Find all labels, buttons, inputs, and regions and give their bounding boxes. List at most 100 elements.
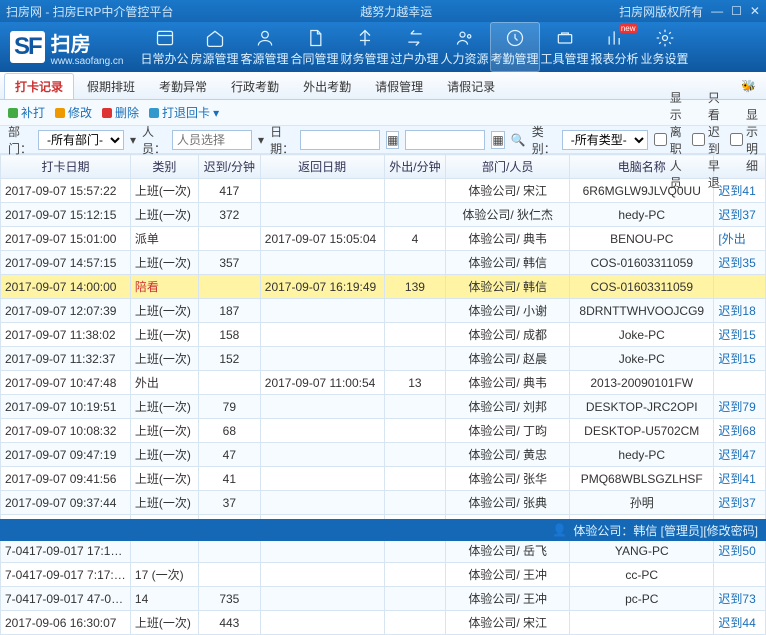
cell: 迟到47 <box>714 443 766 467</box>
cell: YANG-PC <box>570 539 714 563</box>
table-row[interactable]: 2017-09-07 10:08:32上班(一次)68体验公司/ 丁昀DESKT… <box>1 419 766 443</box>
cell: 体验公司/ 韩信 <box>446 251 570 275</box>
date-to-input[interactable] <box>405 130 485 150</box>
table-row[interactable]: 2017-09-07 14:00:00陪看2017-09-07 16:19:49… <box>1 275 766 299</box>
min-icon[interactable]: — <box>711 4 723 18</box>
nav-transfer[interactable]: 过户办理 <box>390 22 440 72</box>
cell: 2017-09-07 11:38:02 <box>1 323 131 347</box>
close-icon[interactable]: ✕ <box>750 4 760 18</box>
cell: 2017-09-07 09:47:19 <box>1 443 131 467</box>
person-dropdown-icon[interactable]: ▾ <box>258 133 264 147</box>
cell <box>260 299 384 323</box>
table-row[interactable]: 2017-09-07 10:47:48外出2017-09-07 11:00:54… <box>1 371 766 395</box>
dept-select[interactable]: -所有部门- <box>38 130 124 150</box>
nav-label: 房源管理 <box>190 50 238 67</box>
table-body: 2017-09-07 15:57:22上班(一次)417体验公司/ 宋江6R6M… <box>1 179 766 635</box>
cell: 7-0417-09-017 17:17:18 <box>1 539 131 563</box>
table-row[interactable]: 2017-09-07 14:57:15上班(一次)357体验公司/ 韩信COS-… <box>1 251 766 275</box>
nav-settings[interactable]: 业务设置 <box>640 22 690 72</box>
tab-行政考勤[interactable]: 行政考勤 <box>220 73 290 99</box>
return-card-button[interactable]: 打退回卡 ▾ <box>149 104 219 121</box>
nav-daily[interactable]: 日常办公 <box>140 22 190 72</box>
cell: Joke-PC <box>570 323 714 347</box>
cell: 体验公司/ 刘邦 <box>446 395 570 419</box>
tab-请假管理[interactable]: 请假管理 <box>364 73 434 99</box>
delete-button[interactable]: 删除 <box>102 104 139 121</box>
cell: 迟到41 <box>714 467 766 491</box>
table-row[interactable]: 2017-09-07 11:32:37上班(一次)152体验公司/ 赵晨Joke… <box>1 347 766 371</box>
cell: BENOU-PC <box>570 227 714 251</box>
add-button[interactable]: 补打 <box>8 104 45 121</box>
toolbar: 补打 修改 删除 打退回卡 ▾ <box>0 100 766 126</box>
cell: 体验公司/ 赵晨 <box>446 347 570 371</box>
cell <box>260 323 384 347</box>
cell: COS-01603311059 <box>570 251 714 275</box>
show-detail-checkbox[interactable]: 显示明细 <box>730 106 758 174</box>
tab-打卡记录[interactable]: 打卡记录 <box>4 73 74 99</box>
cell: 体验公司/ 丁昀 <box>446 419 570 443</box>
table-row[interactable]: 2017-09-07 15:57:22上班(一次)417体验公司/ 宋江6R6M… <box>1 179 766 203</box>
person-label: 人员： <box>142 123 166 157</box>
type-select[interactable]: -所有类型- <box>562 130 648 150</box>
table-row[interactable]: 2017-09-07 15:12:15上班(一次)372体验公司/ 狄仁杰hed… <box>1 203 766 227</box>
cell: 上班(一次) <box>130 179 198 203</box>
table-row[interactable]: 2017-09-07 09:37:44上班(一次)37体验公司/ 张典孙明迟到3… <box>1 491 766 515</box>
date-from-input[interactable] <box>300 130 380 150</box>
col-header[interactable]: 返回日期 <box>260 155 384 179</box>
nav-house[interactable]: 房源管理 <box>190 22 240 72</box>
calendar-from-icon[interactable]: ▦ <box>386 131 399 149</box>
search-icon[interactable]: 🔍 <box>511 133 526 147</box>
dept-tree-icon[interactable]: ▾ <box>130 133 136 147</box>
tools-icon <box>555 28 575 48</box>
logo-mark: SF <box>10 31 45 63</box>
cell: 上班(一次) <box>130 611 198 635</box>
nav-attendance[interactable]: 考勤管理 <box>490 22 540 72</box>
table-row[interactable]: 2017-09-07 12:07:39上班(一次)187体验公司/ 小谢8DRN… <box>1 299 766 323</box>
table-row[interactable]: 2017-09-07 11:38:02上班(一次)158体验公司/ 成都Joke… <box>1 323 766 347</box>
cell: 体验公司/ 典韦 <box>446 371 570 395</box>
col-header[interactable]: 打卡日期 <box>1 155 131 179</box>
cell: 上班(一次) <box>130 251 198 275</box>
col-header[interactable]: 部门/人员 <box>446 155 570 179</box>
col-header[interactable]: 类别 <box>130 155 198 179</box>
nav-report[interactable]: 报表分析new <box>590 22 640 72</box>
nav-hr[interactable]: 人力资源 <box>440 22 490 72</box>
nav-contract[interactable]: 合同管理 <box>290 22 340 72</box>
table-row[interactable]: 2017-09-07 15:01:00派单2017-09-07 15:05:04… <box>1 227 766 251</box>
cell: 357 <box>198 251 260 275</box>
tab-假期排班[interactable]: 假期排班 <box>76 73 146 99</box>
table-row[interactable]: 7-0417-09-017 47-09-06 114735体验公司/ 王冲pc-… <box>1 587 766 611</box>
show-leavers-checkbox[interactable]: 显示离职人员 <box>654 89 686 191</box>
status-text[interactable]: 体验公司：韩信 [管理员][修改密码] <box>573 522 758 539</box>
max-icon[interactable]: ☐ <box>731 4 742 18</box>
table-row[interactable]: 2017-09-07 09:47:19上班(一次)47体验公司/ 黄忠hedy-… <box>1 443 766 467</box>
table-row[interactable]: 2017-09-07 09:41:56上班(一次)41体验公司/ 张华PMQ68… <box>1 467 766 491</box>
cell: 13 <box>384 371 446 395</box>
table-row[interactable]: 7-0417-09-017 7:17:3717 (一次)体验公司/ 王冲cc-P… <box>1 563 766 587</box>
date-label: 日期： <box>270 123 294 157</box>
tab-外出考勤[interactable]: 外出考勤 <box>292 73 362 99</box>
nav-tools[interactable]: 工具管理 <box>540 22 590 72</box>
cell: 迟到15 <box>714 323 766 347</box>
cell: 体验公司/ 王冲 <box>446 563 570 587</box>
nav-customer[interactable]: 客源管理 <box>240 22 290 72</box>
col-header[interactable]: 外出/分钟 <box>384 155 446 179</box>
only-late-checkbox[interactable]: 只看迟到早退 <box>692 89 724 191</box>
col-header[interactable]: 迟到/分钟 <box>198 155 260 179</box>
tab-考勤异常[interactable]: 考勤异常 <box>148 73 218 99</box>
cell: 体验公司/ 黄忠 <box>446 443 570 467</box>
cell: 上班(一次) <box>130 491 198 515</box>
plus-icon <box>8 108 18 118</box>
cell: 体验公司/ 岳飞 <box>446 539 570 563</box>
table-row[interactable]: 2017-09-06 16:30:07上班(一次)443体验公司/ 宋江迟到44 <box>1 611 766 635</box>
nav-finance[interactable]: 财务管理 <box>340 22 390 72</box>
edit-button[interactable]: 修改 <box>55 104 92 121</box>
cell: 2017-09-07 12:07:39 <box>1 299 131 323</box>
calendar-to-icon[interactable]: ▦ <box>491 131 504 149</box>
person-input[interactable] <box>172 130 252 150</box>
tab-请假记录[interactable]: 请假记录 <box>436 73 506 99</box>
cell: 迟到41 <box>714 179 766 203</box>
table-row[interactable]: 7-0417-09-017 17:17:18体验公司/ 岳飞YANG-PC迟到5… <box>1 539 766 563</box>
table-row[interactable]: 2017-09-07 10:19:51上班(一次)79体验公司/ 刘邦DESKT… <box>1 395 766 419</box>
cell <box>384 251 446 275</box>
